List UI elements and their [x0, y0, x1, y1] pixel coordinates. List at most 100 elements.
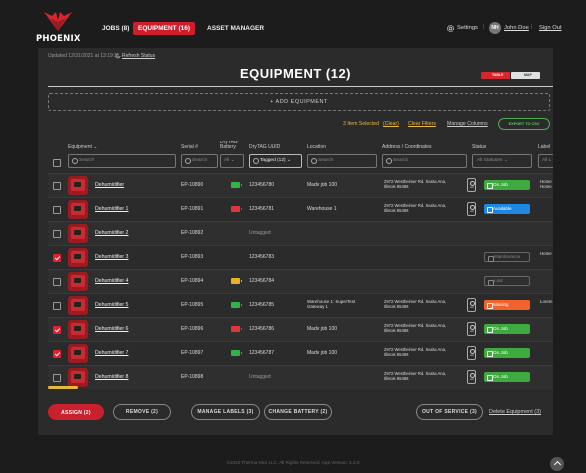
row-checkbox[interactable]: [53, 206, 61, 214]
table-row[interactable]: Dehumidifier 5 EP-10895 123456785 Warehouse…: [48, 293, 553, 317]
status-badge[interactable]: On Job: [484, 180, 530, 190]
equipment-name-link[interactable]: Dehumidifier 3: [95, 254, 128, 260]
location-search-input[interactable]: Search: [307, 154, 377, 168]
table-row[interactable]: Dehumidifier 6 EP-10896 123456786 Madv job …: [48, 317, 553, 341]
equipment-name-link[interactable]: Dehumidifier 8: [95, 374, 128, 380]
clear-filters-link[interactable]: Clear Filters: [408, 121, 436, 127]
equipment-name-link[interactable]: Dehumidifier 5: [95, 302, 128, 308]
table-row[interactable]: Dehumidifier 2 EP-10892 Untagged: [48, 221, 553, 245]
row-checkbox[interactable]: [53, 182, 61, 190]
equipment-name-link[interactable]: Dehumidifier 4: [95, 278, 128, 284]
gear-icon[interactable]: [446, 24, 455, 33]
sign-out-link[interactable]: Sign Out: [539, 25, 562, 31]
equipment-name-link[interactable]: Dehumidifier: [95, 182, 124, 188]
row-checkbox[interactable]: [53, 326, 61, 334]
drytag-uuid: 123456781: [249, 206, 275, 212]
row-checkbox[interactable]: [53, 230, 61, 238]
table-view-label: TABLE: [492, 73, 504, 77]
battery-icon: [231, 278, 242, 284]
status-badge[interactable]: On Job: [484, 348, 530, 358]
equipment-search-input[interactable]: Search: [68, 154, 176, 168]
address-line-2: Illinois 85486: [384, 184, 409, 189]
out-of-service-button[interactable]: OUT OF SERVICE (3): [416, 404, 483, 420]
equipment-name-link[interactable]: Dehumidifier 2: [95, 230, 128, 236]
row-checkbox[interactable]: [53, 374, 61, 382]
manage-columns-link[interactable]: Manage Columns: [447, 121, 488, 127]
status-badge[interactable]: On Job: [484, 324, 530, 334]
manage-labels-button[interactable]: MANAGE LABELS (3): [191, 404, 260, 420]
map-pin-button[interactable]: [467, 370, 476, 384]
status-badge[interactable]: Available: [484, 204, 530, 214]
column-header-location[interactable]: Location: [307, 144, 326, 150]
battery-filter-select[interactable]: All ⌄: [220, 154, 244, 168]
assign-button[interactable]: ASSIGN (2): [48, 404, 104, 420]
column-header-uuid[interactable]: DryTAG UUID: [249, 144, 280, 150]
row-checkbox[interactable]: [53, 278, 61, 286]
footer-text: ©2022 Therma-Stor LLC. All Rights Reserv…: [226, 460, 360, 465]
battery-filter-value: All: [224, 158, 230, 163]
equipment-name-link[interactable]: Dehumidifier 7: [95, 350, 128, 356]
delete-equipment-link[interactable]: Delete Equipment (3): [489, 409, 541, 415]
row-checkbox[interactable]: [53, 302, 61, 310]
map-pin-button[interactable]: [467, 322, 476, 336]
select-all-checkbox[interactable]: [53, 159, 61, 167]
status-filter-select[interactable]: All Statuses ⌄: [472, 154, 532, 168]
address-line-2: Illinois 85486: [384, 376, 409, 381]
row-checkbox[interactable]: [53, 350, 61, 358]
status-badge[interactable]: Maintenance: [484, 252, 530, 262]
column-header-equipment[interactable]: Equipment ⌄: [68, 144, 98, 150]
refresh-status-link[interactable]: Refresh Status: [122, 53, 155, 59]
column-header-battery[interactable]: DryTAG Battery: [220, 141, 246, 150]
serial-number: EP-10895: [181, 302, 204, 308]
battery-icon: [231, 326, 242, 332]
map-pin-button[interactable]: [467, 202, 476, 216]
map-pin-button[interactable]: [467, 346, 476, 360]
settings-link[interactable]: Settings: [457, 25, 478, 31]
status-badge[interactable]: Missing: [484, 300, 530, 310]
serial-number: EP-10892: [181, 230, 204, 236]
scroll-to-top-button[interactable]: [550, 457, 564, 471]
row-checkbox[interactable]: [53, 254, 61, 262]
avatar[interactable]: NH: [489, 22, 501, 34]
table-row[interactable]: Dehumidifier 8 EP-10898 Untagged 2972 Westh…: [48, 365, 553, 389]
table-row[interactable]: Dehumidifier 3 EP-10893 123456783 Maintenan…: [48, 245, 553, 269]
table-row[interactable]: Dehumidifier 7 EP-10897 123456787 Madv job …: [48, 341, 553, 365]
change-battery-button[interactable]: CHANGE BATTERY (2): [264, 404, 332, 420]
equipment-name-link[interactable]: Dehumidifier 1: [95, 206, 128, 212]
column-header-address[interactable]: Address / Coordinates: [382, 144, 431, 150]
labels-filter-select[interactable]: All L: [538, 154, 553, 168]
address-search-input[interactable]: Search: [382, 154, 467, 168]
serial-number: EP-10897: [181, 350, 204, 356]
table-row[interactable]: Dehumidifier 4 EP-10894 123456784 Lost: [48, 269, 553, 293]
label-tag: Home: [540, 184, 552, 189]
column-header-serial[interactable]: Serial #: [181, 144, 198, 150]
table-row[interactable]: Dehumidifier EP-10890 123456780 Madv job 10…: [48, 173, 553, 197]
title-divider: [48, 86, 553, 87]
column-header-labels[interactable]: Label: [538, 144, 550, 150]
location-text: Madv job 100: [307, 182, 338, 188]
table-row[interactable]: Dehumidifier 1 EP-10891 123456781 Warehouse…: [48, 197, 553, 221]
column-header-equipment-label: Equipment: [68, 144, 92, 150]
equipment-thumbnail: [68, 344, 88, 363]
refresh-icon[interactable]: [115, 53, 121, 59]
equipment-name-link[interactable]: Dehumidifier 6: [95, 326, 128, 332]
drytag-uuid: Untagged: [249, 374, 271, 380]
clear-selection-link[interactable]: (Clear): [383, 121, 399, 127]
uuid-filter-select[interactable]: Tagged (12) ⌄: [249, 154, 302, 168]
add-equipment-button[interactable]: + ADD EQUIPMENT: [48, 93, 550, 111]
address-line-2: Illinois 85486: [384, 328, 409, 333]
serial-search-input[interactable]: Search: [181, 154, 218, 168]
status-badge[interactable]: On Job: [484, 372, 530, 382]
map-pin-button[interactable]: [467, 298, 476, 312]
export-csv-button[interactable]: EXPORT TO CSV: [498, 118, 550, 130]
map-pin-button[interactable]: [467, 178, 476, 192]
map-view-toggle[interactable]: MAP: [511, 72, 540, 79]
remove-button[interactable]: REMOVE (2): [113, 404, 171, 420]
status-badge[interactable]: Lost: [484, 276, 530, 286]
horizontal-scrollbar[interactable]: [48, 386, 78, 389]
divider: |: [531, 24, 533, 30]
user-name-link[interactable]: John Doe: [504, 25, 529, 31]
serial-number: EP-10898: [181, 374, 204, 380]
table-view-toggle[interactable]: TABLE: [481, 72, 510, 79]
column-header-status[interactable]: Status: [472, 144, 486, 150]
